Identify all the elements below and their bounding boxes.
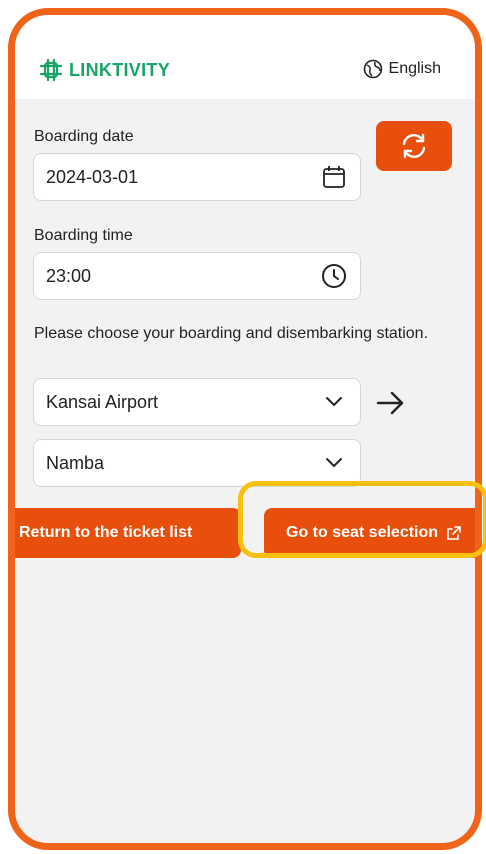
globe-icon <box>363 59 382 79</box>
linktivity-logo-icon <box>39 59 63 81</box>
to-station-value: Namba <box>46 452 105 473</box>
boarding-date-value: 2024-03-01 <box>46 166 139 187</box>
station-instruction: Please choose your boarding and disembar… <box>34 325 429 342</box>
chevron-down-icon <box>320 449 348 477</box>
language-label: English <box>388 60 441 77</box>
from-station-value: Kansai Airport <box>46 391 159 412</box>
brand-name: LINKTIVITY <box>69 59 170 80</box>
boarding-time-label: Boarding time <box>34 227 133 244</box>
go-to-seat-selection-button[interactable]: Go to seat selection <box>264 508 475 558</box>
from-station-select[interactable]: Kansai Airport <box>33 378 361 426</box>
return-to-ticket-list-button[interactable]: Return to the ticket list <box>15 508 241 558</box>
chevron-down-icon <box>320 388 348 416</box>
return-button-label: Return to the ticket list <box>19 524 193 541</box>
calendar-icon[interactable] <box>320 163 348 191</box>
boarding-date-label: Boarding date <box>34 128 134 145</box>
to-station-select[interactable]: Namba <box>33 439 361 487</box>
language-selector[interactable]: English <box>363 59 441 79</box>
boarding-time-field[interactable]: 23:00 <box>33 252 361 300</box>
refresh-button[interactable] <box>376 121 452 171</box>
phone-frame: LINKTIVITY English Boarding date 2024-03… <box>8 8 482 850</box>
refresh-icon <box>402 133 426 159</box>
arrow-right-icon <box>375 388 407 423</box>
app-header: LINKTIVITY English <box>15 15 475 99</box>
brand-logo[interactable]: LINKTIVITY <box>39 59 170 81</box>
external-link-icon <box>447 526 461 540</box>
boarding-date-field[interactable]: 2024-03-01 <box>33 153 361 201</box>
boarding-time-value: 23:00 <box>46 265 92 286</box>
clock-icon[interactable] <box>320 262 348 290</box>
seat-button-label: Go to seat selection <box>286 524 439 541</box>
